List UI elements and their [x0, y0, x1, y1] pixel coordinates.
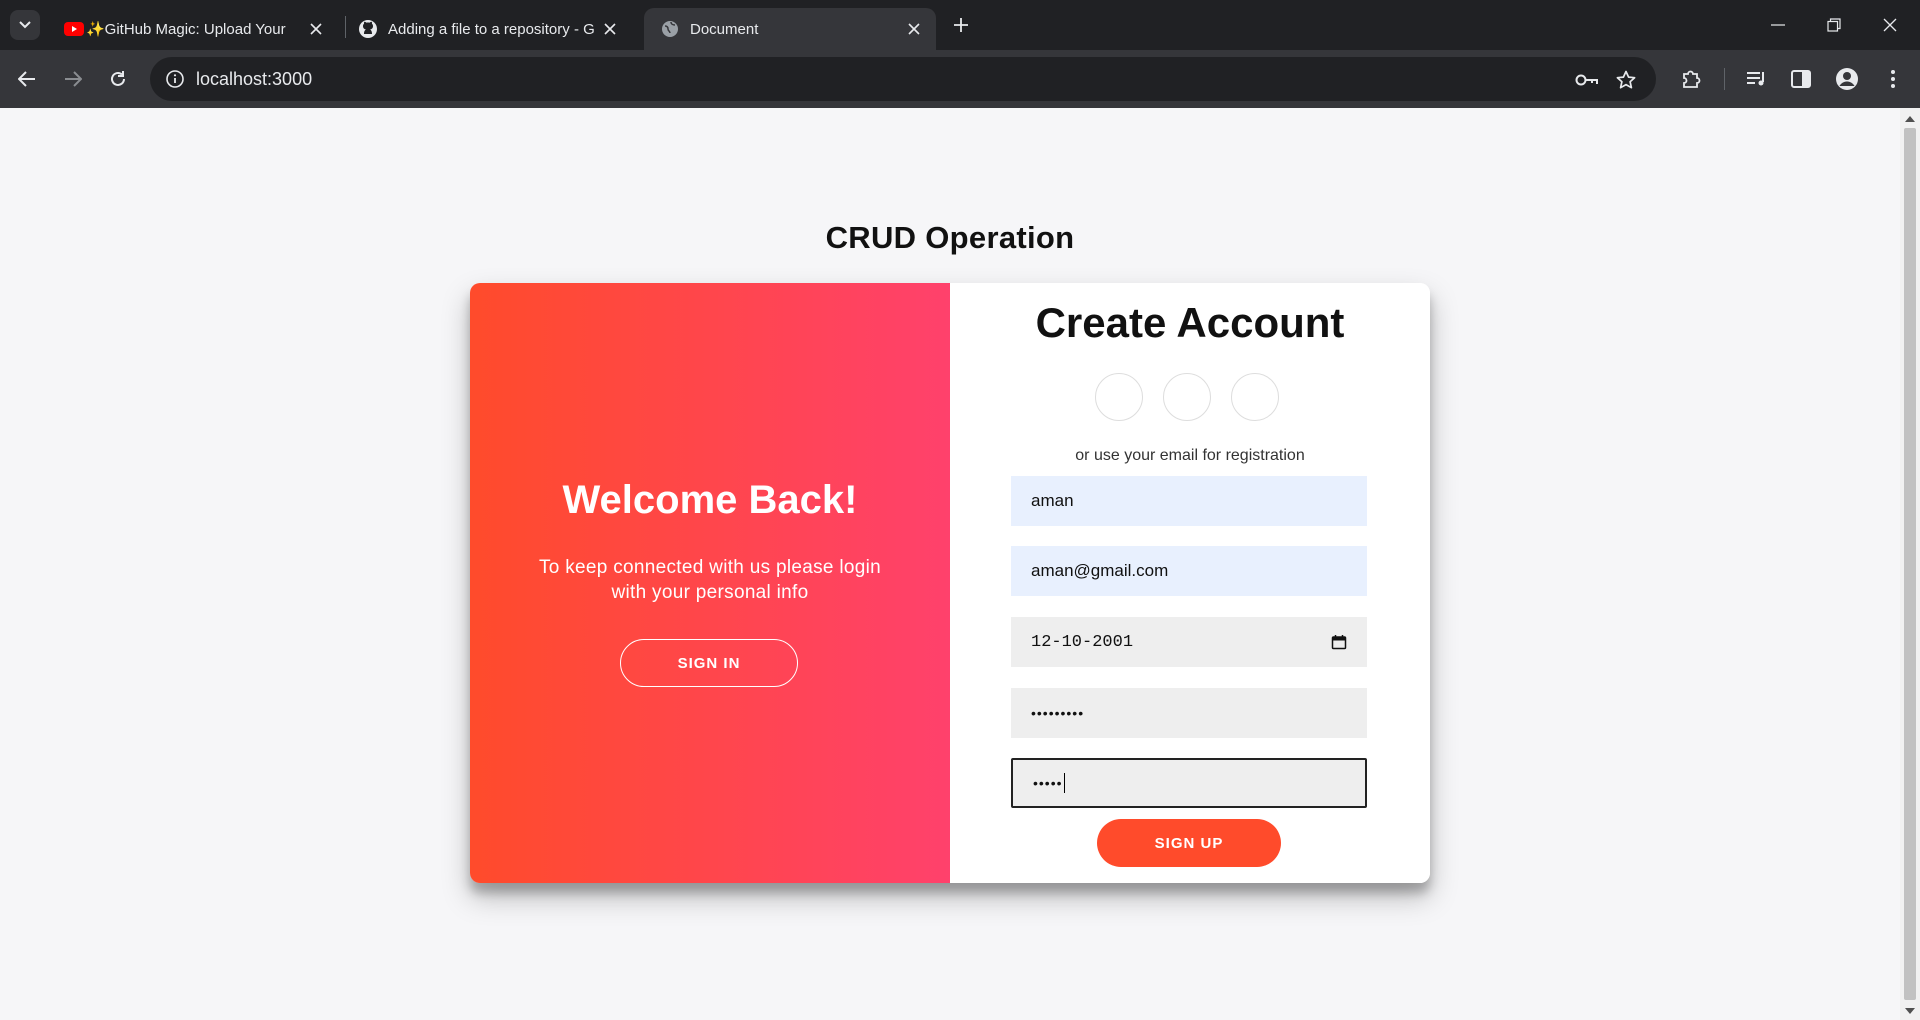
welcome-heading: Welcome Back!	[562, 478, 858, 522]
password-input[interactable]: •••••••••	[1011, 688, 1367, 738]
tab-title: Adding a file to a repository - G	[388, 20, 595, 38]
vertical-scrollbar[interactable]	[1900, 108, 1920, 1020]
date-input[interactable]: 12-10-2001	[1011, 617, 1367, 667]
close-icon	[1883, 18, 1897, 32]
tab-title: Document	[690, 20, 759, 38]
confirm-password-input[interactable]: •••••	[1011, 758, 1367, 808]
star-icon[interactable]	[1613, 67, 1639, 93]
extensions-icon[interactable]	[1676, 64, 1706, 94]
back-button[interactable]	[10, 62, 44, 96]
minimize-button[interactable]	[1750, 0, 1806, 50]
reload-icon	[111, 71, 125, 86]
menu-icon[interactable]	[1878, 64, 1908, 94]
password-value: •••••••••	[1031, 705, 1085, 721]
name-value: aman	[1031, 491, 1074, 510]
social-linkedin-icon[interactable]	[1231, 373, 1279, 421]
globe-icon	[660, 19, 680, 39]
welcome-text: To keep connected with us please login w…	[538, 557, 881, 603]
name-input[interactable]: aman	[1011, 476, 1367, 526]
reload-button[interactable]	[101, 62, 135, 96]
signup-form: Create Account or use your email for reg…	[950, 283, 1430, 883]
tab-document[interactable]: Document	[644, 8, 936, 50]
media-control-icon[interactable]	[1742, 64, 1772, 94]
page-title: CRUD Operation	[825, 220, 1075, 255]
tab-strip: ✨GitHub Magic: Upload Your Adding a file…	[0, 0, 1920, 50]
tab-title: ✨GitHub Magic: Upload Your	[86, 21, 286, 38]
auth-card: Welcome Back! To keep connected with us …	[470, 283, 1430, 883]
sign-in-button[interactable]: SIGN IN	[620, 639, 798, 687]
plus-icon	[954, 18, 968, 32]
arrow-left-icon	[18, 71, 35, 87]
email-value: aman@gmail.com	[1031, 561, 1169, 580]
scroll-thumb[interactable]	[1904, 128, 1916, 1000]
date-value: 12-10-2001	[1031, 632, 1134, 652]
browser-toolbar: localhost:3000	[0, 50, 1920, 108]
github-icon	[358, 19, 378, 39]
restore-button[interactable]	[1806, 0, 1862, 50]
text-caret	[1063, 773, 1065, 793]
sign-up-button[interactable]: SIGN UP	[1097, 819, 1281, 867]
address-bar[interactable]: localhost:3000	[150, 57, 1656, 101]
key-icon[interactable]	[1574, 67, 1600, 93]
close-icon[interactable]	[598, 17, 622, 41]
tab-search-button[interactable]	[10, 10, 40, 40]
scroll-up-arrow-icon[interactable]	[1905, 116, 1915, 122]
close-icon[interactable]	[902, 17, 926, 41]
site-info-icon[interactable]	[160, 64, 190, 94]
url-text: localhost:3000	[196, 69, 313, 89]
email-input[interactable]: aman@gmail.com	[1011, 546, 1367, 596]
chevron-down-icon	[19, 21, 31, 29]
tab-youtube[interactable]: ✨GitHub Magic: Upload Your	[48, 8, 338, 50]
tab-github[interactable]: Adding a file to a repository - G	[342, 8, 632, 50]
minimize-icon	[1771, 24, 1785, 26]
calendar-icon[interactable]	[1331, 634, 1347, 650]
social-facebook-icon[interactable]	[1095, 373, 1143, 421]
scroll-down-arrow-icon[interactable]	[1905, 1008, 1915, 1014]
close-icon[interactable]	[304, 17, 328, 41]
youtube-icon	[64, 19, 84, 39]
arrow-right-icon	[65, 71, 82, 87]
close-window-button[interactable]	[1862, 0, 1918, 50]
profile-icon[interactable]	[1832, 64, 1862, 94]
create-account-heading: Create Account	[1035, 299, 1345, 346]
forward-button[interactable]	[56, 62, 90, 96]
new-tab-button[interactable]	[948, 12, 974, 38]
toolbar-divider	[1724, 68, 1725, 90]
side-panel-icon[interactable]	[1786, 64, 1816, 94]
page-viewport: CRUD Operation Welcome Back! To keep con…	[0, 108, 1900, 1020]
confirm-password-value: •••••	[1033, 775, 1063, 791]
restore-icon	[1827, 18, 1841, 32]
welcome-panel: Welcome Back! To keep connected with us …	[470, 283, 950, 883]
registration-text: or use your email for registration	[1075, 447, 1305, 464]
social-google-icon[interactable]	[1163, 373, 1211, 421]
